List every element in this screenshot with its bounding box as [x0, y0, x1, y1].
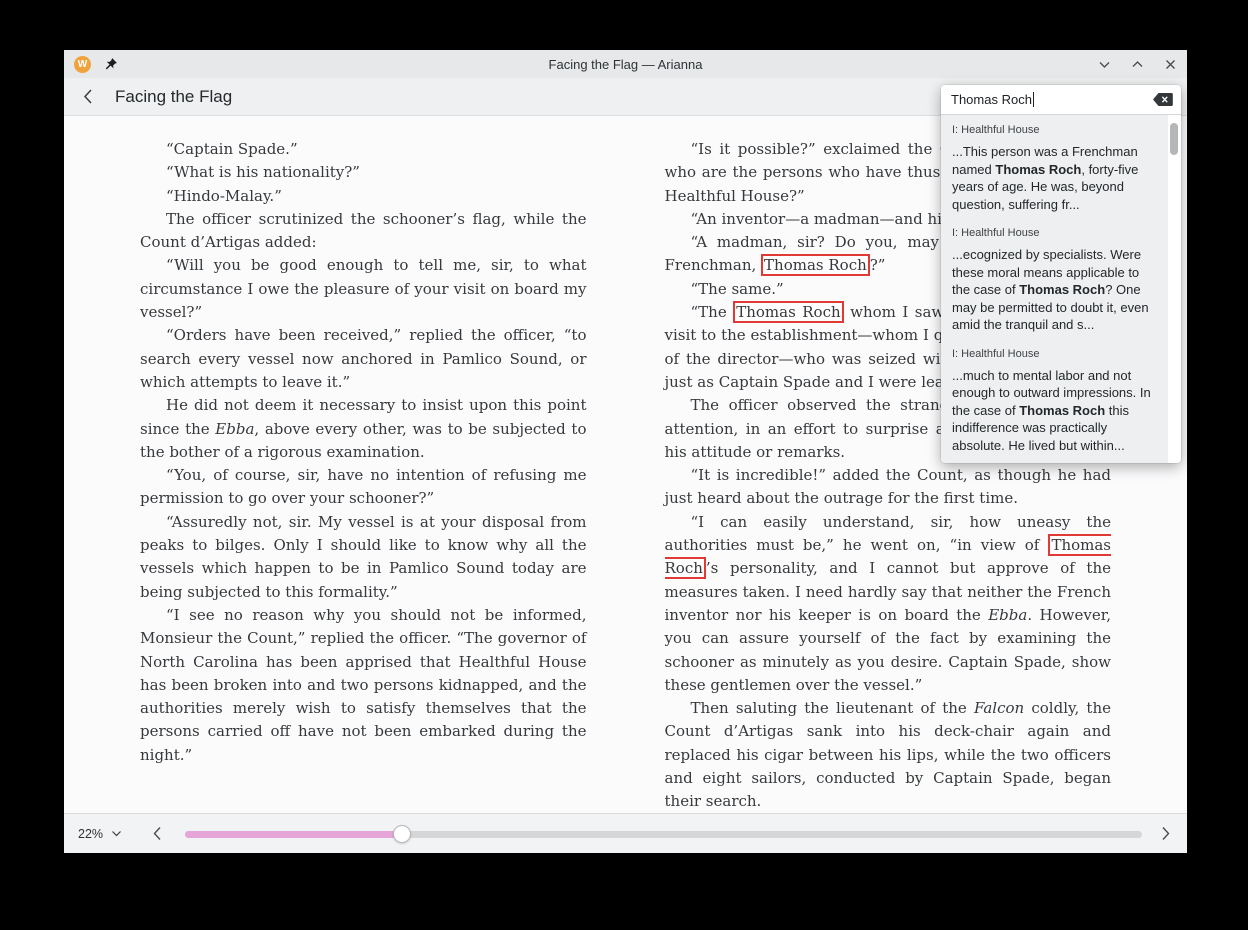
slider-handle[interactable]: [393, 825, 411, 843]
book-column-left: “Captain Spade.”“What is his nationality…: [140, 138, 587, 813]
maximize-button[interactable]: [1131, 58, 1144, 71]
result-chapter-label: I: Healthful House: [952, 348, 1155, 360]
scrollbar-thumb[interactable]: [1170, 123, 1178, 155]
search-match-highlight: Thomas Roch: [733, 301, 843, 323]
search-query-text: Thomas Roch: [951, 92, 1032, 107]
previous-page-button[interactable]: [150, 826, 165, 841]
search-input[interactable]: Thomas Roch: [941, 85, 1181, 115]
book-paragraph: “Orders have been received,” replied the…: [140, 324, 587, 394]
back-button[interactable]: [80, 88, 97, 105]
book-paragraph: “Captain Spade.”: [140, 138, 587, 161]
footer-bar: 22%: [64, 813, 1187, 853]
result-preview-text: ...ecognized by specialists. Were these …: [952, 246, 1155, 334]
book-paragraph: “Hindo-Malay.”: [140, 185, 587, 208]
search-results-list: I: Healthful House ...This person was a F…: [941, 115, 1181, 463]
backspace-clear-icon[interactable]: [1153, 93, 1173, 106]
app-icon: W: [74, 56, 91, 73]
search-popup: Thomas Roch I: Healthful House ...This pe…: [941, 85, 1181, 463]
text-caret: [1033, 92, 1034, 107]
result-preview-text: ...much to mental labor and not enough t…: [952, 367, 1155, 455]
search-result-item[interactable]: I: Healthful House ...This person was a F…: [941, 117, 1181, 220]
result-chapter-label: I: Healthful House: [952, 227, 1155, 239]
result-preview-text: ...This person was a Frenchman named Tho…: [952, 143, 1155, 213]
search-result-item[interactable]: I: Healthful House ...ecognized by specia…: [941, 220, 1181, 341]
book-paragraph: “I see no reason why you should not be i…: [140, 604, 587, 767]
book-paragraph: “Will you be good enough to tell me, sir…: [140, 254, 587, 324]
book-paragraph: “I can easily understand, sir, how uneas…: [665, 511, 1112, 697]
zoom-dropdown[interactable]: 22%: [78, 827, 122, 841]
book-paragraph: Then saluting the lieutenant of the Falc…: [665, 697, 1112, 813]
search-result-item[interactable]: I: Healthful House: [941, 461, 1181, 463]
minimize-button[interactable]: [1098, 58, 1111, 71]
window-controls: [1098, 58, 1177, 71]
app-window: W Facing the Flag — Arianna Facing the F…: [64, 50, 1187, 853]
titlebar: W Facing the Flag — Arianna: [64, 50, 1187, 78]
next-page-button[interactable]: [1158, 826, 1173, 841]
chevron-down-icon: [111, 828, 122, 839]
search-match-highlight: Thomas Roch: [665, 534, 1112, 579]
close-button[interactable]: [1164, 58, 1177, 71]
search-result-item[interactable]: I: Healthful House ...much to mental labo…: [941, 341, 1181, 462]
book-title: Facing the Flag: [115, 87, 232, 107]
window-title: Facing the Flag — Arianna: [64, 57, 1187, 72]
book-paragraph: He did not deem it necessary to insist u…: [140, 394, 587, 464]
zoom-level-label: 22%: [78, 827, 103, 841]
book-paragraph: “It is incredible!” added the Count, as …: [665, 464, 1112, 511]
search-match-highlight: Thomas Roch: [761, 254, 870, 276]
book-paragraph: The officer scrutinized the schooner’s f…: [140, 208, 587, 255]
slider-fill: [185, 831, 402, 838]
pushpin-icon[interactable]: [104, 57, 118, 71]
book-paragraph: “You, of course, sir, have no intention …: [140, 464, 587, 511]
book-paragraph: “Assuredly not, sir. My vessel is at you…: [140, 511, 587, 604]
result-chapter-label: I: Healthful House: [952, 124, 1155, 136]
scrollbar-track[interactable]: [1168, 115, 1181, 463]
page-progress-slider[interactable]: [185, 825, 1142, 843]
book-paragraph: “What is his nationality?”: [140, 161, 587, 184]
